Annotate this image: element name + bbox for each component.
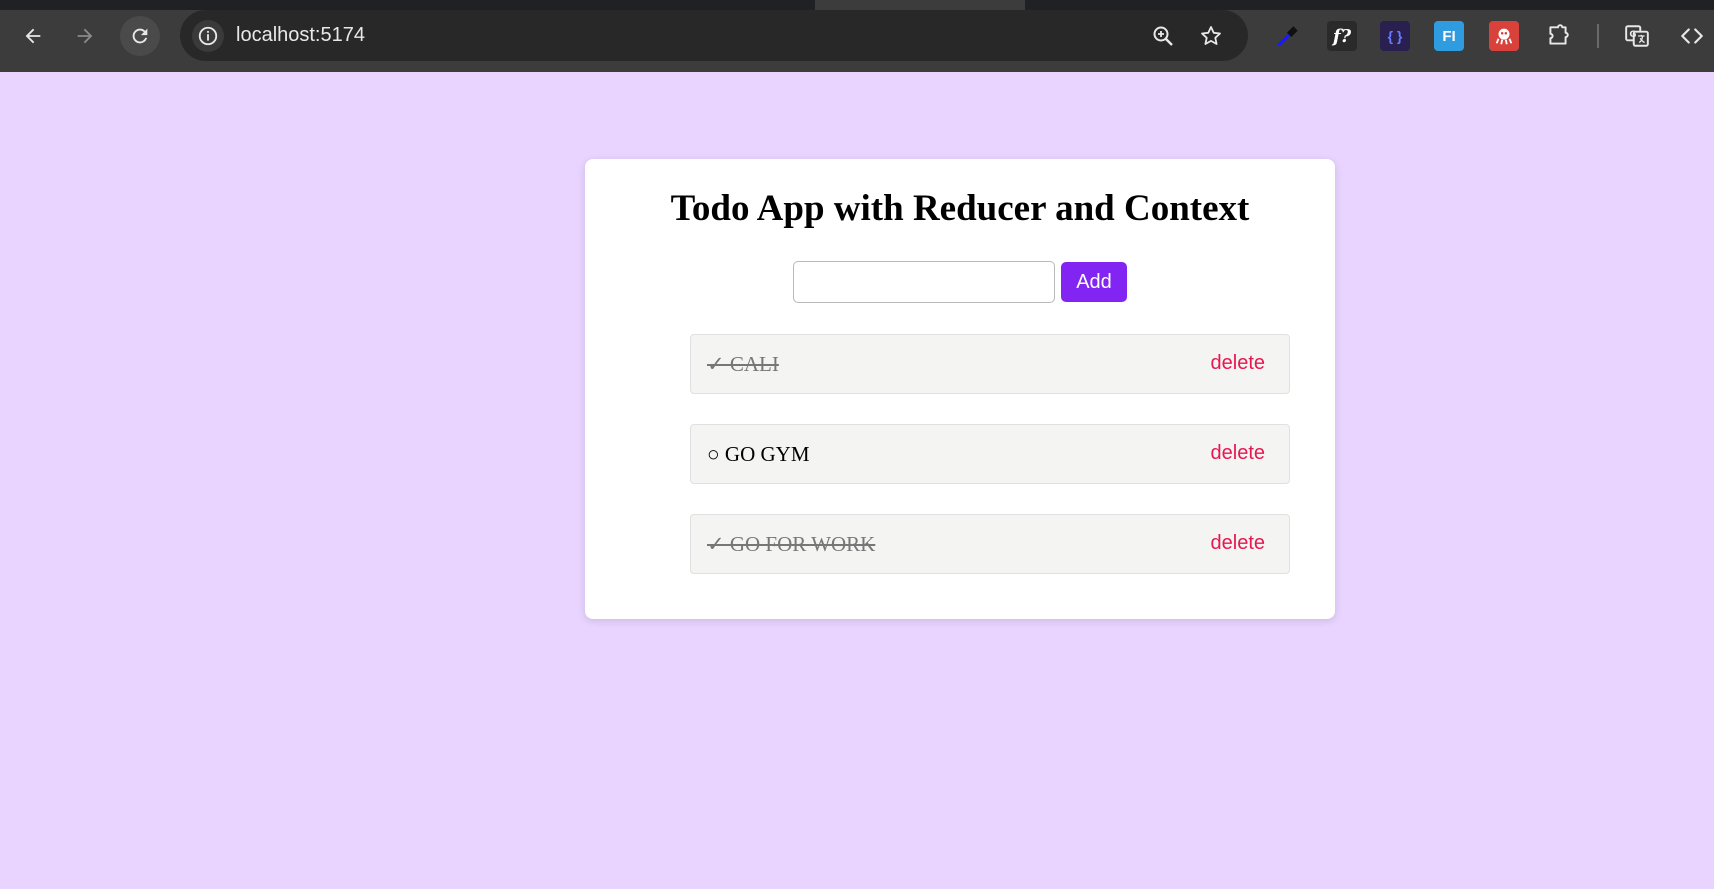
star-icon xyxy=(1201,26,1221,45)
todo-card: Todo App with Reducer and Context Add ✓ … xyxy=(585,159,1335,619)
active-tab[interactable] xyxy=(815,0,1025,10)
translate-icon: G xyxy=(1625,25,1649,47)
fi-extension[interactable]: FI xyxy=(1434,21,1464,51)
back-button[interactable] xyxy=(13,16,53,56)
page-title: Todo App with Reducer and Context xyxy=(670,188,1250,229)
json-formatter-extension[interactable]: { } xyxy=(1380,21,1410,51)
address-bar[interactable]: localhost:5174 xyxy=(180,10,1248,61)
reload-button[interactable] xyxy=(120,16,160,56)
puzzle-icon xyxy=(1549,24,1569,45)
octopus-extension-icon xyxy=(1495,28,1513,45)
todo-item: ✓ CALI delete xyxy=(690,334,1290,394)
eyedropper-icon xyxy=(1277,26,1298,47)
arrow-right-icon xyxy=(77,28,93,44)
octopus-extension[interactable] xyxy=(1489,21,1519,51)
zoom-button[interactable] xyxy=(1150,23,1176,49)
font-ninja-extension[interactable]: f? xyxy=(1327,21,1357,51)
json-formatter-icon: { } xyxy=(1387,28,1403,44)
todo-item: ✓ GO FOR WORK delete xyxy=(690,514,1290,574)
site-info-button[interactable] xyxy=(192,20,224,52)
add-button[interactable]: Add xyxy=(1061,262,1127,302)
reload-icon xyxy=(132,28,148,44)
url-text[interactable]: localhost:5174 xyxy=(236,24,365,47)
todo-text[interactable]: ○ GO GYM xyxy=(707,442,810,467)
devtools-button[interactable] xyxy=(1677,21,1707,51)
todo-item: ○ GO GYM delete xyxy=(690,424,1290,484)
todo-text[interactable]: ✓ GO FOR WORK xyxy=(707,532,875,557)
extensions-menu-button[interactable] xyxy=(1543,21,1573,51)
todo-text[interactable]: ✓ CALI xyxy=(707,352,779,377)
info-icon xyxy=(198,26,218,46)
delete-button[interactable]: delete xyxy=(1211,532,1266,555)
font-ninja-icon: f? xyxy=(1332,25,1352,47)
toolbar-divider xyxy=(1597,24,1599,48)
zoom-in-icon xyxy=(1153,26,1173,46)
code-icon xyxy=(1681,28,1703,44)
svg-text:G: G xyxy=(1629,30,1636,40)
forward-button[interactable] xyxy=(65,16,105,56)
fi-extension-icon: FI xyxy=(1442,27,1456,45)
delete-button[interactable]: delete xyxy=(1211,352,1266,375)
bookmark-button[interactable] xyxy=(1198,23,1224,49)
eyedropper-extension[interactable] xyxy=(1273,21,1303,51)
arrow-left-icon xyxy=(25,28,41,44)
delete-button[interactable]: delete xyxy=(1211,442,1266,465)
browser-toolbar: localhost:5174 f? { } FI G xyxy=(0,0,1714,72)
tab-strip xyxy=(0,0,1714,10)
translate-button[interactable]: G xyxy=(1622,21,1652,51)
todo-input[interactable] xyxy=(793,261,1055,303)
